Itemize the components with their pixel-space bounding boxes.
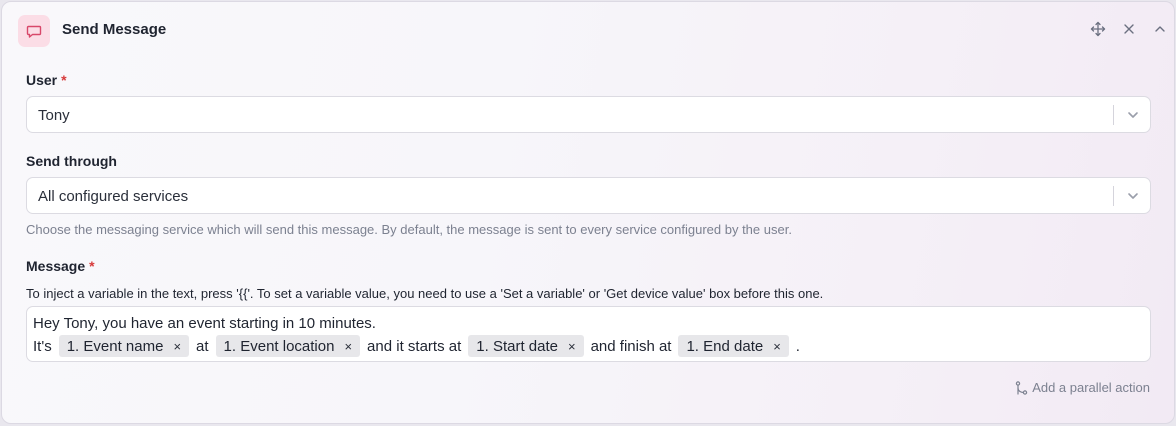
chip-label: 1. Start date [476,337,558,355]
send-message-card: Send Message User * Tony Send through Al… [1,1,1175,424]
variable-chip-end-date[interactable]: 1. End date × [678,335,789,357]
branch-icon [1015,380,1028,395]
remove-chip-icon[interactable]: × [568,339,576,354]
card-title: Send Message [62,21,167,38]
send-through-select-value: All configured services [38,188,189,205]
close-icon[interactable] [1120,20,1138,38]
remove-chip-icon[interactable]: × [344,339,352,354]
message-line-1: Hey Tony, you have an event starting in … [33,315,376,332]
chip-label: 1. Event name [66,337,164,355]
remove-chip-icon[interactable]: × [773,339,781,354]
move-icon[interactable] [1089,20,1107,38]
message-line-2: It's 1. Event name × at 1. Event locatio… [33,335,1144,357]
variable-chip-event-name[interactable]: 1. Event name × [58,335,190,357]
send-through-label: Send through [26,153,117,169]
add-parallel-action-button[interactable]: Add a parallel action [1015,380,1150,395]
chevron-down-icon[interactable] [1125,107,1141,123]
card-header: Send Message [2,2,1174,58]
required-mark: * [89,258,95,274]
message-text: It's [33,337,52,355]
chip-label: 1. End date [686,337,764,355]
add-parallel-action-label: Add a parallel action [1032,380,1150,395]
message-text: and it starts at [367,337,462,355]
message-hint: To inject a variable in the text, press … [26,286,824,301]
remove-chip-icon[interactable]: × [173,339,181,354]
user-label: User * [26,72,67,88]
variable-chip-start-date[interactable]: 1. Start date × [468,335,584,357]
message-text: at [196,337,209,355]
user-select[interactable]: Tony [26,96,1151,133]
send-through-help: Choose the messaging service which will … [26,222,792,237]
required-mark: * [61,72,67,88]
message-icon [18,15,50,47]
collapse-icon[interactable] [1151,20,1169,38]
message-text: and finish at [590,337,672,355]
message-label: Message * [26,258,95,274]
select-separator [1113,105,1114,125]
message-editor[interactable]: Hey Tony, you have an event starting in … [26,306,1151,362]
chip-label: 1. Event location [223,337,335,355]
user-select-value: Tony [38,107,70,124]
chevron-down-icon[interactable] [1125,188,1141,204]
message-text: . [795,337,800,355]
send-through-select[interactable]: All configured services [26,177,1151,214]
select-separator [1113,186,1114,206]
variable-chip-event-location[interactable]: 1. Event location × [215,335,361,357]
